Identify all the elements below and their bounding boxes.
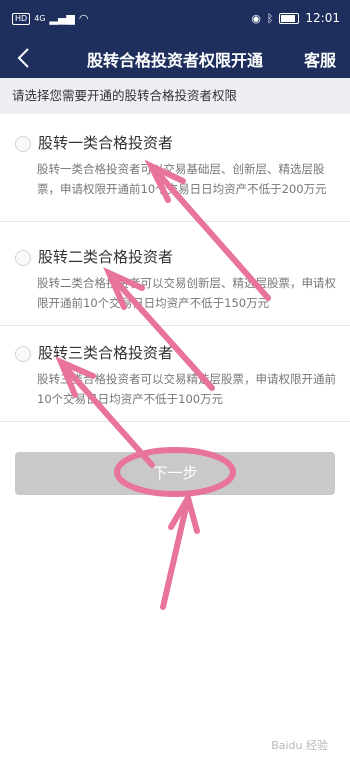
option-description: 股转二类合格投资者可以交易创新层、精选层股票，申请权限开通前10个交易日日均资产… <box>37 276 336 310</box>
radio-button[interactable] <box>15 250 31 266</box>
signal-label: 4G <box>34 14 46 23</box>
bluetooth-icon: ᛒ <box>266 11 274 25</box>
selection-prompt: 请选择您需要开通的股转合格投资者权限 <box>0 78 350 114</box>
status-right: ◉ ᛒ 12:01 <box>251 11 340 25</box>
customer-service-button[interactable]: 客服 <box>304 47 336 71</box>
next-step-button[interactable]: 下一步 <box>15 452 335 495</box>
status-left: HD 4G ▂▄▆ ◠ <box>12 12 88 25</box>
annotation-arrowhead-4 <box>168 490 200 534</box>
back-button[interactable] <box>8 42 38 74</box>
battery-icon <box>279 12 300 24</box>
signal-icon: ▂▄▆ <box>49 12 75 25</box>
chevron-left-icon <box>17 48 29 68</box>
wifi-icon: ◠ <box>78 12 89 25</box>
option-type-3[interactable]: 股转三类合格投资者 股转三类合格投资者可以交易精选层股票，申请权限开通前10个交… <box>0 326 350 422</box>
baidu-watermark: Baidu 经验 <box>271 739 328 752</box>
option-description: 股转一类合格投资者可以交易基础层、创新层、精选层股票，申请权限开通前10个交易日… <box>37 162 327 196</box>
option-title: 股转二类合格投资者 <box>38 248 174 266</box>
status-bar: HD 4G ▂▄▆ ◠ ◉ ᛒ 12:01 <box>0 0 350 38</box>
option-title: 股转三类合格投资者 <box>38 344 174 362</box>
option-title: 股转一类合格投资者 <box>38 134 174 152</box>
radio-button[interactable] <box>15 136 31 152</box>
eye-icon: ◉ <box>251 11 261 25</box>
nav-bar: 股转合格投资者权限开通 客服 <box>0 38 350 78</box>
annotation-arrow-4 <box>160 500 190 610</box>
option-type-2[interactable]: 股转二类合格投资者 股转二类合格投资者可以交易创新层、精选层股票，申请权限开通前… <box>0 222 350 326</box>
hd-badge: HD <box>12 12 31 25</box>
option-type-1[interactable]: 股转一类合格投资者 股转一类合格投资者可以交易基础层、创新层、精选层股票，申请权… <box>0 114 350 222</box>
option-description: 股转三类合格投资者可以交易精选层股票，申请权限开通前10个交易日日均资产不低于1… <box>37 372 336 406</box>
page-title: 股转合格投资者权限开通 <box>86 51 263 70</box>
clock: 12:01 <box>305 11 340 25</box>
radio-button[interactable] <box>15 346 31 362</box>
